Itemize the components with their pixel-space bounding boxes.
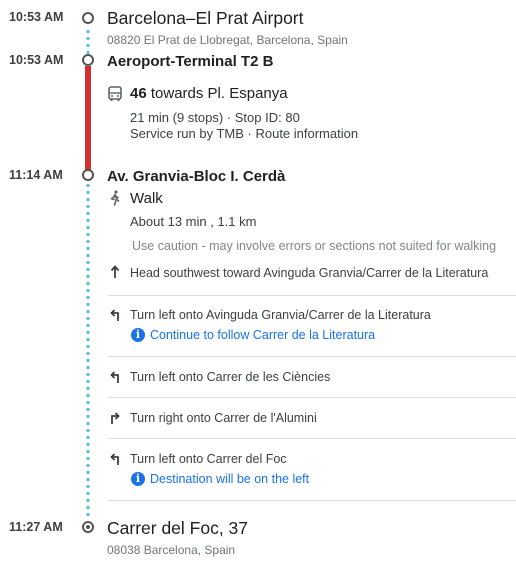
divider bbox=[108, 500, 516, 501]
bus-line-number: 46 bbox=[130, 85, 147, 102]
bus-stop-marker bbox=[82, 54, 94, 66]
bus-route-line bbox=[85, 66, 91, 170]
divider bbox=[108, 438, 516, 439]
destination-time: 11:27 AM bbox=[9, 520, 63, 534]
bus-icon bbox=[108, 86, 122, 101]
walk-step-1-text[interactable]: Head southwest toward Avinguda Granvia/C… bbox=[130, 266, 488, 280]
origin-address: 08820 El Prat de Llobregat, Barcelona, S… bbox=[107, 33, 348, 47]
bus-details: 21 min (9 stops) · Stop ID: 80 bbox=[130, 110, 300, 125]
walk-duration: About 13 min , 1.1 km bbox=[130, 214, 257, 229]
bus-headsign: towards Pl. Espanya bbox=[150, 85, 288, 102]
divider bbox=[108, 356, 516, 357]
origin-name[interactable]: Barcelona–El Prat Airport bbox=[107, 8, 304, 29]
bus-stop-time: 10:53 AM bbox=[9, 53, 64, 67]
walk-connector-dots bbox=[86, 182, 90, 518]
turn-right-icon bbox=[111, 412, 120, 424]
origin-time: 10:53 AM bbox=[9, 10, 64, 24]
walk-step-5-text[interactable]: Turn left onto Carrer del Foc bbox=[130, 452, 287, 466]
origin-stop-marker bbox=[82, 12, 94, 24]
destination-marker bbox=[82, 521, 94, 533]
walk-icon bbox=[110, 190, 120, 206]
info-icon: i bbox=[131, 328, 145, 342]
info-icon: i bbox=[131, 472, 145, 486]
bus-line-row[interactable]: 46 towards Pl. Espanya bbox=[130, 85, 288, 102]
walk-step-2-text[interactable]: Turn left onto Avinguda Granvia/Carrer d… bbox=[130, 308, 431, 322]
bus-stop-name[interactable]: Aeroport-Terminal T2 B bbox=[107, 53, 273, 70]
divider bbox=[108, 295, 516, 296]
destination-address: 08038 Barcelona, Spain bbox=[107, 543, 236, 557]
bus-operator-row: Service run by TMB · Route information bbox=[130, 126, 358, 141]
walk-step-5-note[interactable]: Destination will be on the left bbox=[150, 472, 309, 486]
turn-left-icon bbox=[110, 453, 119, 465]
transfer-stop-name[interactable]: Av. Granvia-Bloc I. Cerdà bbox=[107, 168, 285, 185]
route-info-link[interactable]: Route information bbox=[255, 126, 358, 141]
destination-name[interactable]: Carrer del Foc, 37 bbox=[107, 518, 248, 539]
bus-operator: Service run by TMB · bbox=[130, 126, 256, 141]
connector-dots-start bbox=[86, 28, 90, 54]
divider bbox=[108, 397, 516, 398]
transfer-stop-marker bbox=[82, 169, 94, 181]
walk-caution: Use caution - may involve errors or sect… bbox=[132, 239, 497, 253]
walk-step-4-text[interactable]: Turn right onto Carrer de l'Alumini bbox=[130, 411, 317, 425]
walk-label[interactable]: Walk bbox=[130, 190, 163, 207]
walk-step-2-note[interactable]: Continue to follow Carrer de la Literatu… bbox=[150, 328, 375, 342]
transfer-time: 11:14 AM bbox=[9, 168, 63, 182]
destination-marker-dot bbox=[86, 525, 90, 529]
turn-left-icon bbox=[110, 309, 119, 321]
walk-step-3-text[interactable]: Turn left onto Carrer de les Ciències bbox=[130, 370, 330, 384]
arrow-up-icon bbox=[110, 265, 120, 278]
turn-left-icon bbox=[110, 371, 119, 383]
